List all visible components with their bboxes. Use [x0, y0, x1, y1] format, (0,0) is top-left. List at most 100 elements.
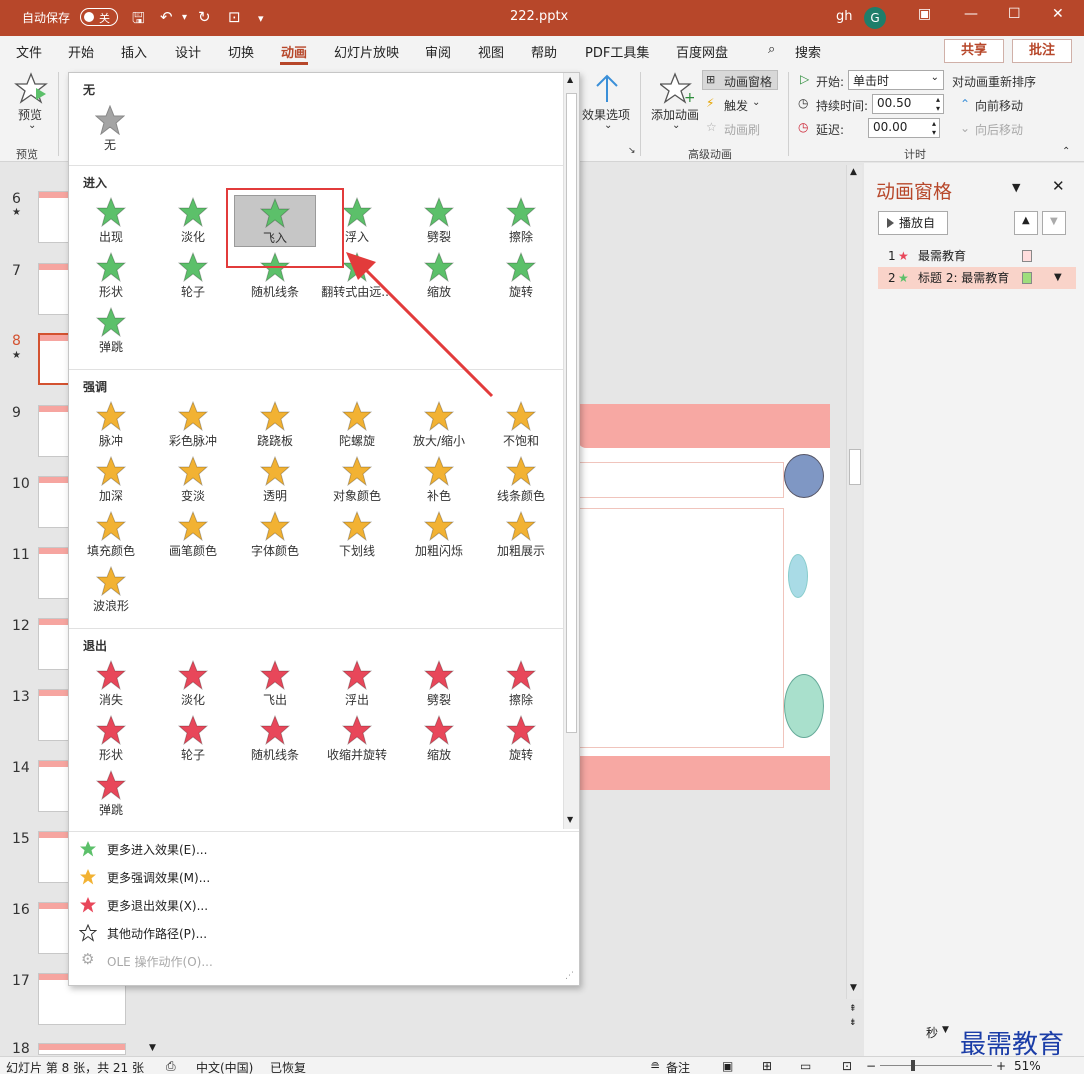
- anim-emphasis-effect[interactable]: 放大/缩小: [398, 399, 480, 451]
- move-earlier-button[interactable]: 向前移动: [975, 97, 1023, 114]
- add-animation-dropdown-icon[interactable]: ⌄: [672, 120, 680, 131]
- anim-exit-effect[interactable]: 轮子: [152, 713, 234, 765]
- anim-emphasis-effect[interactable]: 对象颜色: [316, 454, 398, 506]
- minimize-icon[interactable]: —: [964, 6, 978, 22]
- trigger-dropdown-icon[interactable]: ⌄: [752, 97, 760, 108]
- anim-entrance-effect[interactable]: 轮子: [152, 250, 234, 302]
- normal-view-icon[interactable]: ▣: [722, 1059, 733, 1073]
- dialog-launcher-icon[interactable]: ↘: [628, 146, 636, 156]
- duration-spinner[interactable]: 00.50 ▴ ▾: [872, 94, 944, 114]
- animation-pane-button[interactable]: 动画窗格: [724, 73, 772, 90]
- zoom-slider-handle[interactable]: [911, 1060, 915, 1071]
- anim-emphasis-effect[interactable]: 加粗闪烁: [398, 509, 480, 561]
- tab-slideshow[interactable]: 幻灯片放映: [334, 42, 399, 61]
- anim-exit-effect[interactable]: 消失: [70, 658, 152, 710]
- slide-title-box[interactable]: [578, 462, 784, 498]
- tab-insert[interactable]: 插入: [121, 42, 147, 61]
- scroll-down-icon[interactable]: ▼: [567, 815, 573, 824]
- slide-sorter-icon[interactable]: ⊞: [762, 1059, 772, 1073]
- anim-none[interactable]: 无: [69, 103, 151, 155]
- language-indicator[interactable]: 中文(中国): [196, 1059, 253, 1074]
- preview-dropdown-icon[interactable]: ⌄: [28, 120, 36, 131]
- anim-entrance-effect[interactable]: 形状: [70, 250, 152, 302]
- slide-content-box[interactable]: [578, 508, 784, 748]
- move-up-button[interactable]: ▲: [1014, 211, 1038, 235]
- collapse-ribbon-icon[interactable]: ⌃: [1062, 146, 1070, 157]
- anim-exit-effect[interactable]: 收缩并旋转: [316, 713, 398, 765]
- add-animation-icon[interactable]: +: [660, 72, 694, 104]
- anim-emphasis-effect[interactable]: 字体颜色: [234, 509, 316, 561]
- move-later-button[interactable]: 向后移动: [975, 121, 1023, 138]
- gallery-scrollbar[interactable]: ▲ ▼: [563, 73, 579, 829]
- zoom-in-icon[interactable]: +: [996, 1059, 1006, 1073]
- anim-entrance-effect[interactable]: 擦除: [480, 195, 562, 247]
- scrollbar-thumb[interactable]: [849, 449, 861, 485]
- anim-entrance-effect[interactable]: 出现: [70, 195, 152, 247]
- anim-emphasis-effect[interactable]: 彩色脉冲: [152, 399, 234, 451]
- effect-options-icon[interactable]: [592, 72, 622, 104]
- gallery-scrollbar-thumb[interactable]: [566, 93, 577, 733]
- anim-entrance-effect[interactable]: 淡化: [152, 195, 234, 247]
- reading-view-icon[interactable]: ▭: [800, 1059, 811, 1073]
- anim-exit-effect[interactable]: 缩放: [398, 713, 480, 765]
- user-name[interactable]: gh: [836, 9, 853, 24]
- undo-dropdown-icon[interactable]: ▾: [182, 12, 187, 23]
- tab-help[interactable]: 帮助: [531, 42, 557, 61]
- customize-qat-icon[interactable]: ▾: [258, 12, 264, 25]
- preview-star-icon[interactable]: [14, 72, 48, 104]
- spinner-arrows-icon[interactable]: ▴ ▾: [936, 95, 940, 113]
- tab-file[interactable]: 文件: [16, 42, 42, 61]
- scroll-up-icon[interactable]: ▲: [850, 167, 857, 177]
- pane-options-dropdown-icon[interactable]: ▼: [1012, 181, 1020, 194]
- tab-home[interactable]: 开始: [68, 42, 94, 61]
- scroll-up-icon[interactable]: ▲: [567, 75, 573, 84]
- anim-exit-effect[interactable]: 飞出: [234, 658, 316, 710]
- anim-emphasis-effect[interactable]: 线条颜色: [480, 454, 562, 506]
- next-slide-icon[interactable]: ⇟: [849, 1018, 857, 1028]
- notes-icon[interactable]: ≘: [650, 1059, 660, 1073]
- play-from-button[interactable]: 播放自: [878, 211, 948, 235]
- tab-baidu-netdisk[interactable]: 百度网盘: [676, 42, 728, 61]
- notes-button[interactable]: 备注: [666, 1059, 690, 1074]
- anim-emphasis-effect[interactable]: 加粗展示: [480, 509, 562, 561]
- anim-emphasis-effect[interactable]: 透明: [234, 454, 316, 506]
- comment-button[interactable]: 批注: [1012, 39, 1072, 63]
- delay-spinner[interactable]: 00.00 ▴ ▾: [868, 118, 940, 138]
- anim-entrance-effect[interactable]: 弹跳: [70, 305, 152, 357]
- tab-animations[interactable]: 动画: [281, 42, 307, 61]
- anim-emphasis-effect[interactable]: 波浪形: [70, 564, 152, 616]
- ribbon-display-icon[interactable]: ▣: [918, 6, 931, 22]
- tab-view[interactable]: 视图: [478, 42, 504, 61]
- anim-emphasis-effect[interactable]: 脉冲: [70, 399, 152, 451]
- slide-canvas[interactable]: [578, 404, 830, 790]
- anim-emphasis-effect[interactable]: 下划线: [316, 509, 398, 561]
- anim-emphasis-effect[interactable]: 不饱和: [480, 399, 562, 451]
- scroll-down-icon[interactable]: ▼: [850, 983, 857, 993]
- anim-emphasis-effect[interactable]: 加深: [70, 454, 152, 506]
- search-icon[interactable]: ⌕: [768, 42, 775, 57]
- anim-exit-effect[interactable]: 旋转: [480, 713, 562, 765]
- undo-icon[interactable]: ↶: [160, 8, 173, 26]
- tab-review[interactable]: 审阅: [425, 42, 451, 61]
- present-icon[interactable]: ⊡: [228, 8, 241, 26]
- effect-options-dropdown-icon[interactable]: ⌄: [604, 120, 612, 131]
- slide-scrollbar[interactable]: ▲ ▼: [846, 165, 862, 999]
- anim-exit-effect[interactable]: 随机线条: [234, 713, 316, 765]
- animation-list-item-selected[interactable]: 2 ★ 标题 2: 最需教育 ▼: [878, 267, 1076, 289]
- tab-transitions[interactable]: 切换: [228, 42, 254, 61]
- avatar[interactable]: G: [864, 7, 886, 29]
- share-button[interactable]: 共享: [944, 39, 1004, 63]
- anim-emphasis-effect[interactable]: 补色: [398, 454, 480, 506]
- seconds-dropdown-icon[interactable]: ▼: [942, 1025, 949, 1035]
- anim-exit-effect[interactable]: 擦除: [480, 658, 562, 710]
- close-icon[interactable]: ✕: [1052, 6, 1064, 22]
- animation-list-item[interactable]: 1 ★ 最需教育: [878, 245, 1076, 267]
- spellcheck-icon[interactable]: ⎙: [166, 1059, 176, 1074]
- autosave-toggle[interactable]: 关: [80, 8, 118, 26]
- zoom-out-icon[interactable]: −: [866, 1059, 876, 1073]
- anim-emphasis-effect[interactable]: 画笔颜色: [152, 509, 234, 561]
- slideshow-view-icon[interactable]: ⊡: [842, 1059, 852, 1073]
- item-dropdown-icon[interactable]: ▼: [1054, 267, 1062, 289]
- prev-slide-icon[interactable]: ⇞: [849, 1004, 857, 1014]
- save-icon[interactable]: 🖫: [132, 8, 145, 33]
